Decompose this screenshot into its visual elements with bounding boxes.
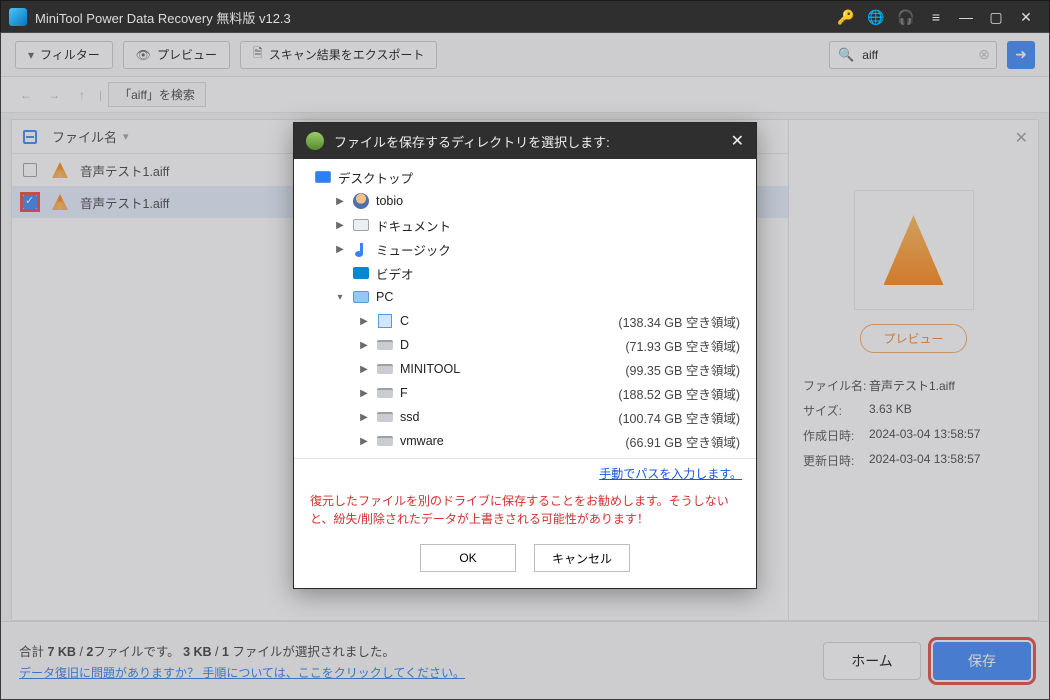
drive-icon — [376, 385, 394, 401]
app-title: MiniTool Power Data Recovery 無料版 v12.3 — [35, 8, 831, 27]
drive-icon — [376, 337, 394, 353]
modal-warning: 復元したファイルを別のドライブに保存することをお勧めします。そうしないと、紛失/… — [294, 488, 756, 538]
expand-icon[interactable]: ▶ — [358, 364, 370, 375]
pc-icon — [352, 289, 370, 305]
modal-titlebar: ファイルを保存するディレクトリを選択します: ✕ — [294, 123, 756, 159]
tree-node-drive[interactable]: ▶F(188.52 GB 空き領域) — [304, 381, 746, 405]
close-icon[interactable]: ✕ — [1015, 6, 1037, 28]
tree-node-drive[interactable]: ▶vmware(66.91 GB 空き領域) — [304, 429, 746, 453]
drive-icon — [376, 409, 394, 425]
manual-path-link[interactable]: 手動でパスを入力します。 — [599, 467, 742, 481]
tree-node-drive[interactable]: ▶MINITOOL(99.35 GB 空き領域) — [304, 357, 746, 381]
video-icon — [352, 265, 370, 281]
documents-icon — [352, 217, 370, 233]
user-icon — [352, 193, 370, 209]
titlebar: MiniTool Power Data Recovery 無料版 v12.3 🔑… — [1, 1, 1049, 33]
drive-icon — [376, 361, 394, 377]
expand-icon[interactable]: ▶ — [358, 436, 370, 447]
desktop-icon — [314, 169, 332, 185]
modal-ok-button[interactable]: OK — [420, 544, 516, 572]
tree-node-documents[interactable]: ▶ドキュメント — [304, 213, 746, 237]
drive-icon — [376, 313, 394, 329]
save-directory-modal: ファイルを保存するディレクトリを選択します: ✕ デスクトップ ▶tobio ▶… — [293, 122, 757, 589]
music-icon — [352, 241, 370, 257]
expand-icon[interactable]: ▶ — [358, 340, 370, 351]
menu-icon[interactable]: ≡ — [925, 6, 947, 28]
tree-node-user[interactable]: ▶tobio — [304, 189, 746, 213]
expand-icon[interactable]: ▶ — [358, 388, 370, 399]
modal-logo-icon — [306, 132, 324, 150]
expand-icon[interactable]: ▶ — [334, 196, 346, 207]
expand-icon[interactable]: ▶ — [358, 412, 370, 423]
modal-overlay: ファイルを保存するディレクトリを選択します: ✕ デスクトップ ▶tobio ▶… — [0, 32, 1050, 700]
key-icon[interactable]: 🔑 — [835, 6, 857, 28]
expand-icon[interactable]: ▶ — [334, 244, 346, 255]
tree-node-drive[interactable]: ▶ssd(100.74 GB 空き領域) — [304, 405, 746, 429]
drive-icon — [376, 433, 394, 449]
modal-title: ファイルを保存するディレクトリを選択します: — [334, 132, 610, 151]
globe-icon[interactable]: 🌐 — [865, 6, 887, 28]
headset-icon[interactable]: 🎧 — [895, 6, 917, 28]
tree-node-drive[interactable]: ▶D(71.93 GB 空き領域) — [304, 333, 746, 357]
expand-icon[interactable]: ▶ — [334, 220, 346, 231]
app-logo — [9, 8, 27, 26]
modal-cancel-button[interactable]: キャンセル — [534, 544, 630, 572]
maximize-icon[interactable]: ▢ — [985, 6, 1007, 28]
tree-node-pc[interactable]: ▾PC — [304, 285, 746, 309]
tree-node-drive[interactable]: ▶C(138.34 GB 空き領域) — [304, 309, 746, 333]
modal-close-icon[interactable]: ✕ — [731, 131, 744, 151]
directory-tree[interactable]: デスクトップ ▶tobio ▶ドキュメント ▶ミュージック ビデオ ▾PC ▶C… — [294, 159, 756, 459]
collapse-icon[interactable]: ▾ — [334, 292, 346, 303]
tree-node-music[interactable]: ▶ミュージック — [304, 237, 746, 261]
minimize-icon[interactable]: — — [955, 6, 977, 28]
tree-node-video[interactable]: ビデオ — [304, 261, 746, 285]
expand-icon[interactable]: ▶ — [358, 316, 370, 327]
tree-node-desktop[interactable]: デスクトップ — [304, 165, 746, 189]
